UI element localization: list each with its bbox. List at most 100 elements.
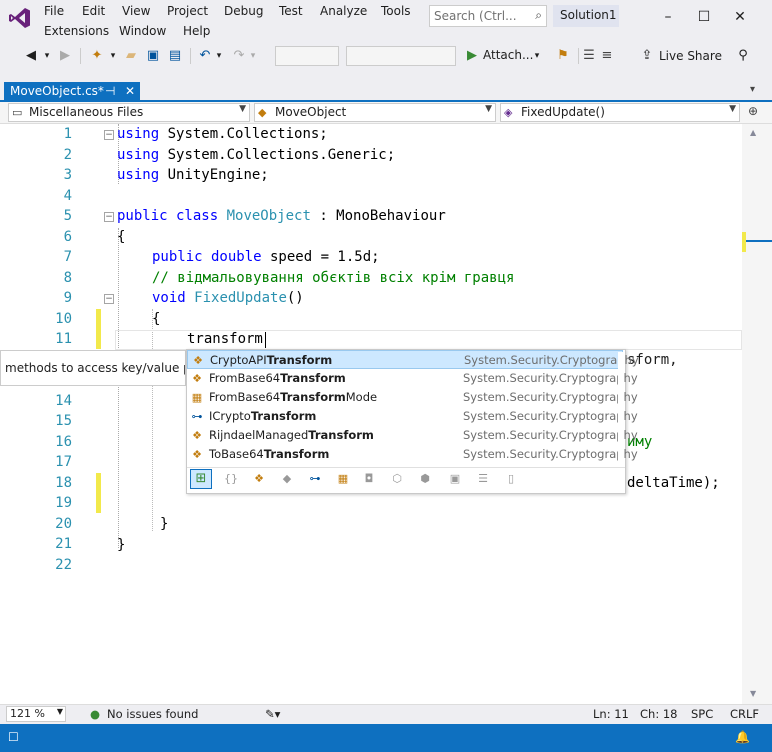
menu-extensions[interactable]: Extensions xyxy=(44,24,109,38)
completion-scrollbar[interactable] xyxy=(618,352,624,465)
play-icon[interactable]: ▶ xyxy=(464,47,480,65)
keyword: public double xyxy=(152,249,262,265)
save-all-icon[interactable]: ▤ xyxy=(166,47,184,65)
completion-item-name: ICryptoTransform xyxy=(209,407,316,426)
menu-edit[interactable]: Edit xyxy=(82,4,105,18)
completion-item-namespace: System.Security.Cryptography xyxy=(464,353,639,367)
class-filter-icon[interactable]: ❖ xyxy=(250,471,268,487)
target-type-filter-icon[interactable]: ▯ xyxy=(502,471,520,487)
completion-item[interactable]: ▦ FromBase64TransformMode System.Security.… xyxy=(187,388,638,407)
attach-dropdown-icon[interactable]: ▾ xyxy=(532,47,542,65)
undo-icon[interactable]: ↶ xyxy=(196,47,214,65)
interface-filter-icon[interactable]: ⊶ xyxy=(306,471,324,487)
menu-window[interactable]: Window xyxy=(119,24,166,38)
new-item-dropdown-icon[interactable]: ▾ xyxy=(108,47,118,65)
extension-filter-icon[interactable]: ⬢ xyxy=(416,471,434,487)
line-number: 9 xyxy=(63,290,72,306)
line-number: 19 xyxy=(55,495,72,511)
expand-filter-icon[interactable]: ⊞ xyxy=(190,469,212,489)
keyword-filter-icon[interactable]: ☰ xyxy=(474,471,492,487)
close-tab-icon[interactable]: ✕ xyxy=(125,84,135,98)
issues-status[interactable]: No issues found xyxy=(107,707,198,721)
feedback-icon[interactable]: ⚲ xyxy=(734,47,752,65)
method-icon: ◈ xyxy=(504,106,513,119)
delegate-filter-icon[interactable]: ◘ xyxy=(360,471,378,487)
module-filter-icon[interactable]: ⬡ xyxy=(388,471,406,487)
code-line-6: { xyxy=(117,229,126,245)
text-caret xyxy=(265,332,266,348)
completion-item[interactable]: ❖ CryptoAPITransform System.Security.Crypt… xyxy=(187,350,639,369)
tab-moveobject[interactable]: MoveObject.cs* ⊣ ✕ xyxy=(4,82,140,102)
completion-item[interactable]: ❖ RijndaelManagedTransform System.Security… xyxy=(187,426,638,445)
whitespace-status[interactable]: SPC xyxy=(691,707,713,721)
interface-icon: ⊶ xyxy=(191,410,203,423)
struct-filter-icon[interactable]: ◆ xyxy=(278,471,296,487)
notifications-icon[interactable]: 🔔 xyxy=(735,730,750,744)
save-icon[interactable]: ▣ xyxy=(144,47,162,65)
completion-item[interactable]: ⊶ ICryptoTransform System.Security.Cryptog… xyxy=(187,407,638,426)
member-dropdown[interactable]: ◈ FixedUpdate() ▼ xyxy=(500,103,740,122)
platform-combo[interactable] xyxy=(346,46,456,66)
search-input[interactable]: Search (Ctrl... ⌕ xyxy=(429,5,547,27)
hot-reload-icon[interactable]: ⚑ xyxy=(554,47,572,65)
chevron-down-icon: ▼ xyxy=(56,707,63,716)
menu-project[interactable]: Project xyxy=(167,4,208,18)
scrollbar-thumb[interactable] xyxy=(742,234,772,254)
align-icon[interactable]: ☰ xyxy=(582,47,596,65)
class-icon: ◆ xyxy=(258,106,267,119)
line-number: 2 xyxy=(63,146,72,163)
live-share-icon[interactable]: ⇪ xyxy=(640,47,654,65)
menu-file[interactable]: File xyxy=(44,4,64,18)
split-icon[interactable]: ⊕ xyxy=(748,104,758,118)
vs-logo-icon[interactable] xyxy=(8,6,32,30)
collapse-icon[interactable]: − xyxy=(104,294,114,304)
close-window-icon[interactable]: ✕ xyxy=(722,3,758,31)
brush-icon[interactable]: ✎▾ xyxy=(265,707,280,721)
menu-test[interactable]: Test xyxy=(279,4,303,18)
completion-item-name: ToBase64Transform xyxy=(209,445,329,464)
menu-view[interactable]: View xyxy=(122,4,150,18)
menu-analyze[interactable]: Analyze xyxy=(320,4,367,18)
namespace-filter-icon[interactable]: {} xyxy=(222,471,240,487)
line-number: 10 xyxy=(55,310,72,327)
code-line-2: using System.Collections.Generic; xyxy=(117,145,395,165)
back-icon[interactable]: ◀ xyxy=(22,47,40,65)
zoom-combo[interactable]: 121 % ▼ xyxy=(6,706,66,722)
open-folder-icon[interactable]: ▰ xyxy=(122,47,140,65)
class-dropdown[interactable]: ◆ MoveObject ▼ xyxy=(254,103,496,122)
format-icon[interactable]: ≡ xyxy=(600,47,614,65)
completion-item[interactable]: ❖ FromBase64Transform System.Security.Cryp… xyxy=(187,369,638,388)
tab-overflow-icon[interactable]: ▾ xyxy=(750,84,755,95)
back-dropdown-icon[interactable]: ▾ xyxy=(42,47,52,65)
redo-dropdown-icon[interactable]: ▾ xyxy=(248,47,258,65)
collapse-icon[interactable]: − xyxy=(104,130,114,140)
configuration-combo[interactable] xyxy=(275,46,339,66)
code-text: UnityEngine; xyxy=(159,167,269,183)
live-share-button[interactable]: Live Share xyxy=(659,49,722,63)
redo-icon[interactable]: ↷ xyxy=(230,47,248,65)
completion-item-namespace: System.Security.Cryptography xyxy=(463,409,638,423)
vertical-scrollbar[interactable]: ▲ ▼ xyxy=(742,124,772,704)
snippet-filter-icon[interactable]: ▣ xyxy=(446,471,464,487)
class-icon: ❖ xyxy=(192,429,202,442)
maximize-icon[interactable]: ☐ xyxy=(686,3,722,31)
project-dropdown[interactable]: ▭ Miscellaneous Files ▼ xyxy=(8,103,250,122)
completion-item[interactable]: ❖ ToBase64Transform System.Security.Crypto… xyxy=(187,445,638,464)
menu-help[interactable]: Help xyxy=(183,24,210,38)
undo-dropdown-icon[interactable]: ▾ xyxy=(214,47,224,65)
enum-filter-icon[interactable]: ▦ xyxy=(334,471,352,487)
line-ending-status[interactable]: CRLF xyxy=(730,707,759,721)
menu-debug[interactable]: Debug xyxy=(224,4,263,18)
collapse-icon[interactable]: − xyxy=(104,212,114,222)
new-item-icon[interactable]: ✦ xyxy=(88,47,106,65)
pin-icon[interactable]: ⊣ xyxy=(105,84,115,98)
line-number: 20 xyxy=(55,515,72,532)
line-number: 22 xyxy=(55,556,72,573)
code-line-3: using UnityEngine; xyxy=(117,165,269,185)
forward-icon[interactable]: ▶ xyxy=(56,47,74,65)
solution-name: Solution1 xyxy=(553,5,619,27)
minimize-icon[interactable]: – xyxy=(650,3,686,31)
attach-button[interactable]: Attach... xyxy=(483,48,533,62)
toolbar-separator xyxy=(80,48,81,64)
menu-tools[interactable]: Tools xyxy=(381,4,411,18)
